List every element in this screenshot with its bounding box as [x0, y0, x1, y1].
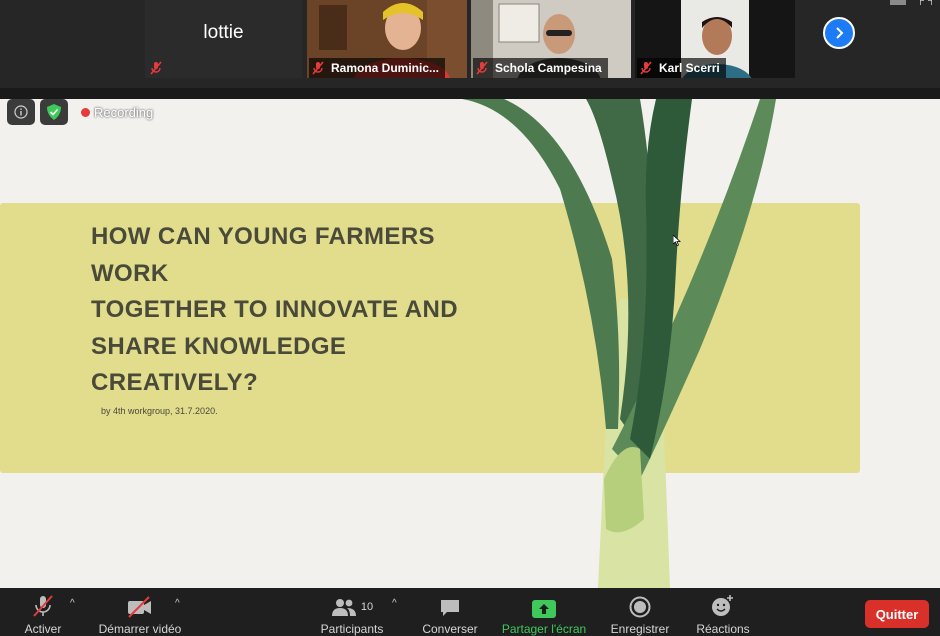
slide-text: HOW CAN YOUNG FARMERS WORK TOGETHER TO I… — [91, 219, 458, 416]
slide-title-line: TOGETHER TO INNOVATE AND — [91, 296, 458, 323]
fullscreen-icon[interactable] — [920, 0, 932, 8]
meeting-toolbar: Activer ^ Démarrer vidéo ^ 10 Participan… — [0, 588, 940, 636]
participant-display-name: lottie — [203, 22, 244, 43]
participant-name-bar: Ramona Duminic... — [309, 58, 446, 78]
participants-options-caret[interactable]: ^ — [392, 598, 397, 609]
reactions-icon — [712, 595, 733, 616]
security-button[interactable] — [40, 99, 68, 125]
start-video-label: Démarrer vidéo — [98, 622, 182, 636]
chat-button[interactable]: Converser — [420, 588, 480, 636]
participants-button[interactable]: 10 Participants — [317, 588, 387, 636]
participant-name: Ramona Duminic... — [331, 61, 440, 75]
record-button[interactable]: Enregistrer — [606, 588, 674, 636]
participant-strip: lottie Ramona Duminic... Schola Campesin… — [0, 0, 940, 88]
participant-tile-lottie[interactable]: lottie — [145, 0, 302, 78]
share-screen-label: Partager l'écran — [501, 622, 587, 636]
microphone-muted-icon — [309, 59, 327, 77]
recording-indicator: Recording — [81, 105, 153, 120]
video-options-caret[interactable]: ^ — [175, 598, 180, 609]
share-screen-icon — [532, 600, 556, 618]
participants-count: 10 — [360, 601, 374, 613]
meeting-overlay: Recording — [7, 99, 153, 125]
recording-label: Recording — [94, 104, 154, 120]
slide-title-line: WORK — [91, 259, 169, 287]
next-page-button[interactable] — [823, 17, 855, 49]
shield-icon — [47, 104, 61, 120]
participant-tile-karl[interactable]: Karl Scerri — [635, 0, 795, 78]
participant-name-bar — [147, 58, 171, 78]
slide-title-line: CREATIVELY? — [91, 369, 259, 396]
meeting-info-button[interactable] — [7, 99, 35, 125]
start-video-button[interactable]: Démarrer vidéo — [95, 588, 185, 636]
reactions-label: Réactions — [696, 622, 750, 636]
unmute-button[interactable]: Activer — [20, 588, 66, 636]
quit-meeting-button[interactable]: Quitter — [865, 600, 929, 628]
unmute-label: Activer — [24, 622, 62, 636]
chat-icon — [441, 600, 459, 616]
slide-subtitle: by 4th workgroup, 31.7.2020. — [101, 405, 218, 416]
microphone-muted-icon — [147, 59, 165, 77]
mouse-cursor-icon — [673, 235, 681, 246]
audio-options-caret[interactable]: ^ — [70, 598, 75, 609]
participant-name-bar: Karl Scerri — [637, 58, 726, 78]
chat-label: Converser — [422, 622, 478, 636]
share-screen-button[interactable]: Partager l'écran — [498, 588, 590, 636]
record-label: Enregistrer — [610, 622, 670, 636]
slide-title-line: SHARE KNOWLEDGE — [91, 332, 347, 360]
view-controls — [890, 0, 932, 8]
participants-icon — [331, 599, 356, 616]
participant-name: Schola Campesina — [495, 61, 602, 75]
participant-tile-schola[interactable]: Schola Campesina — [471, 0, 631, 78]
slide-title-line: HOW CAN YOUNG FARMERS — [91, 223, 435, 250]
slide-title: HOW CAN YOUNG FARMERS WORK TOGETHER TO I… — [91, 219, 458, 402]
record-dot-icon — [81, 107, 90, 117]
video-off-icon — [128, 596, 151, 618]
participant-name: Karl Scerri — [659, 61, 720, 75]
record-icon — [629, 596, 651, 618]
participant-tile-ramona[interactable]: Ramona Duminic... — [307, 0, 467, 78]
participants-label: Participants — [320, 622, 384, 636]
info-icon — [14, 105, 28, 119]
microphone-muted-icon — [637, 59, 655, 77]
minimize-icon[interactable] — [890, 0, 906, 8]
chevron-right-icon — [836, 27, 844, 39]
microphone-muted-icon — [33, 595, 53, 617]
microphone-muted-icon — [473, 59, 491, 77]
shared-screen: HOW CAN YOUNG FARMERS WORK TOGETHER TO I… — [0, 99, 940, 588]
reactions-button[interactable]: Réactions — [692, 588, 754, 636]
participant-name-bar: Schola Campesina — [473, 58, 608, 78]
